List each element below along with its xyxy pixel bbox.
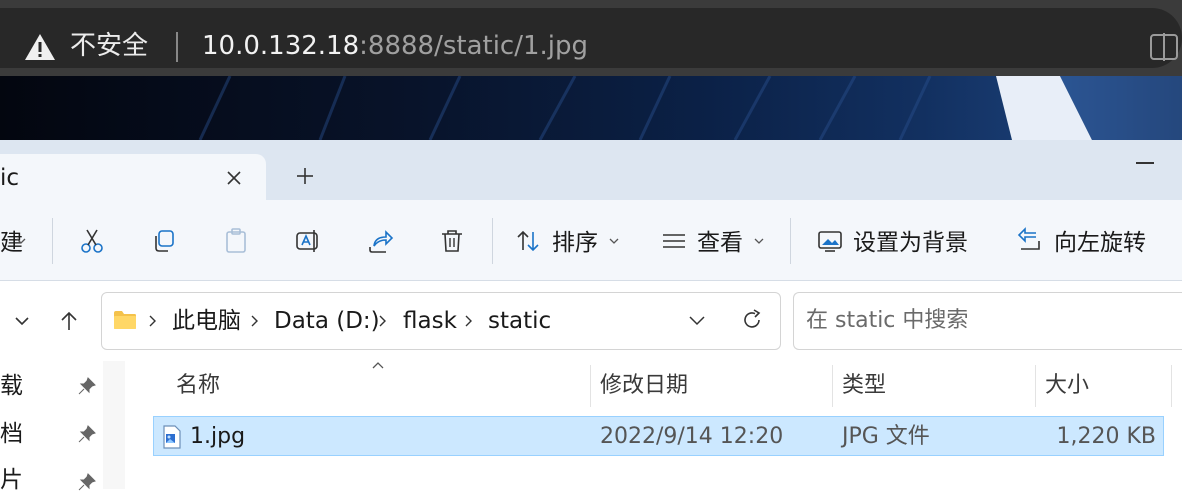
chevron-down-icon[interactable] bbox=[609, 237, 619, 245]
tab-title: ic bbox=[0, 165, 20, 191]
column-header-type[interactable]: 类型 bbox=[842, 371, 886, 401]
desktop-wallpaper bbox=[0, 76, 1182, 140]
toolbar-divider bbox=[52, 218, 53, 264]
warning-icon[interactable] bbox=[23, 32, 57, 62]
url-host: 10.0.132.18 bbox=[202, 31, 360, 61]
view-icon[interactable] bbox=[660, 227, 688, 255]
column-header-name[interactable]: 名称 bbox=[176, 371, 220, 401]
chevron-down-icon[interactable] bbox=[16, 237, 26, 245]
explorer-tab-strip: ic bbox=[0, 140, 1182, 200]
breadcrumb-static[interactable]: static bbox=[488, 306, 551, 336]
close-icon[interactable] bbox=[222, 166, 246, 190]
nav-pane-item-documents[interactable]: 档 bbox=[0, 419, 23, 449]
file-size: 1,220 KB bbox=[1056, 424, 1157, 449]
folder-icon bbox=[114, 311, 136, 329]
column-divider[interactable] bbox=[590, 365, 591, 407]
sort-button[interactable]: 排序 bbox=[552, 228, 598, 258]
browser-toolbar: 不安全 10.0.132.18:8888/static/1.jpg bbox=[0, 0, 1182, 76]
address-divider bbox=[176, 32, 178, 62]
nav-pane-scrollbar[interactable] bbox=[103, 361, 125, 489]
rotate-left-button[interactable]: 向左旋转 bbox=[1054, 228, 1146, 258]
url-path: :8888/static/1.jpg bbox=[359, 31, 589, 61]
address-bar[interactable]: 不安全 10.0.132.18:8888/static/1.jpg bbox=[0, 8, 1182, 68]
command-bar: 建 排序 查看 设置为背景 向左旋转 bbox=[0, 200, 1182, 281]
cut-icon[interactable] bbox=[78, 227, 106, 255]
file-modified: 2022/9/14 12:20 bbox=[600, 424, 784, 449]
table-row[interactable]: 1.jpg 2022/9/14 12:20 JPG 文件 1,220 KB bbox=[153, 416, 1164, 456]
chevron-down-icon[interactable] bbox=[10, 309, 34, 333]
plus-icon[interactable] bbox=[293, 164, 317, 188]
search-placeholder: 在 static 中搜索 bbox=[806, 308, 969, 333]
rotate-left-icon[interactable] bbox=[1016, 227, 1044, 255]
arrow-up-icon[interactable] bbox=[57, 309, 81, 333]
sort-icon[interactable] bbox=[514, 227, 542, 255]
pin-icon[interactable] bbox=[78, 473, 96, 491]
breadcrumb-data-drive[interactable]: Data (D:) bbox=[274, 306, 380, 336]
toolbar-divider bbox=[790, 218, 791, 264]
search-input[interactable]: 在 static 中搜索 bbox=[793, 292, 1182, 350]
file-list: 名称 修改日期 类型 大小 1.jpg 2022/9/14 12:20 JPG … bbox=[128, 361, 1182, 489]
breadcrumb-this-pc[interactable]: 此电脑 bbox=[172, 306, 241, 336]
toolbar-divider bbox=[492, 218, 493, 264]
pin-icon[interactable] bbox=[78, 377, 96, 395]
view-button[interactable]: 查看 bbox=[697, 228, 743, 258]
url-text[interactable]: 10.0.132.18:8888/static/1.jpg bbox=[202, 30, 588, 62]
chevron-right-icon[interactable] bbox=[148, 314, 158, 328]
paste-icon[interactable] bbox=[222, 227, 250, 255]
column-divider[interactable] bbox=[832, 365, 833, 407]
breadcrumb-flask[interactable]: flask bbox=[403, 306, 457, 336]
column-divider[interactable] bbox=[1035, 365, 1036, 407]
column-header-modified[interactable]: 修改日期 bbox=[600, 371, 688, 401]
sort-caret-icon bbox=[372, 362, 384, 369]
chevron-right-icon[interactable] bbox=[250, 314, 260, 328]
breadcrumb[interactable]: 此电脑 Data (D:) flask static bbox=[101, 292, 781, 350]
refresh-icon[interactable] bbox=[740, 308, 764, 332]
minimize-icon[interactable] bbox=[1136, 162, 1154, 164]
nav-pane-item-downloads[interactable]: 载 bbox=[0, 371, 23, 401]
share-icon[interactable] bbox=[366, 227, 394, 255]
nav-pane-item-pictures[interactable]: 片 bbox=[0, 465, 23, 495]
navigation-pane: 载 档 片 bbox=[0, 361, 128, 493]
split-view-icon[interactable] bbox=[1148, 32, 1180, 62]
file-name: 1.jpg bbox=[190, 424, 246, 449]
image-file-icon bbox=[163, 425, 181, 449]
chevron-down-icon[interactable] bbox=[754, 237, 764, 245]
file-type: JPG 文件 bbox=[842, 424, 930, 449]
security-status-label[interactable]: 不安全 bbox=[70, 30, 148, 62]
set-background-icon[interactable] bbox=[816, 227, 844, 255]
delete-icon[interactable] bbox=[438, 227, 466, 255]
set-background-button[interactable]: 设置为背景 bbox=[853, 228, 968, 258]
chevron-right-icon[interactable] bbox=[378, 314, 388, 328]
copy-icon[interactable] bbox=[150, 227, 178, 255]
pin-icon[interactable] bbox=[78, 425, 96, 443]
chevron-right-icon[interactable] bbox=[464, 314, 474, 328]
column-header-size[interactable]: 大小 bbox=[1045, 371, 1089, 401]
explorer-tab[interactable]: ic bbox=[0, 154, 266, 200]
navigation-row: 此电脑 Data (D:) flask static 在 static 中搜索 bbox=[0, 281, 1182, 361]
chevron-down-icon[interactable] bbox=[686, 311, 708, 331]
rename-icon[interactable] bbox=[294, 227, 322, 255]
column-divider[interactable] bbox=[1171, 365, 1172, 407]
